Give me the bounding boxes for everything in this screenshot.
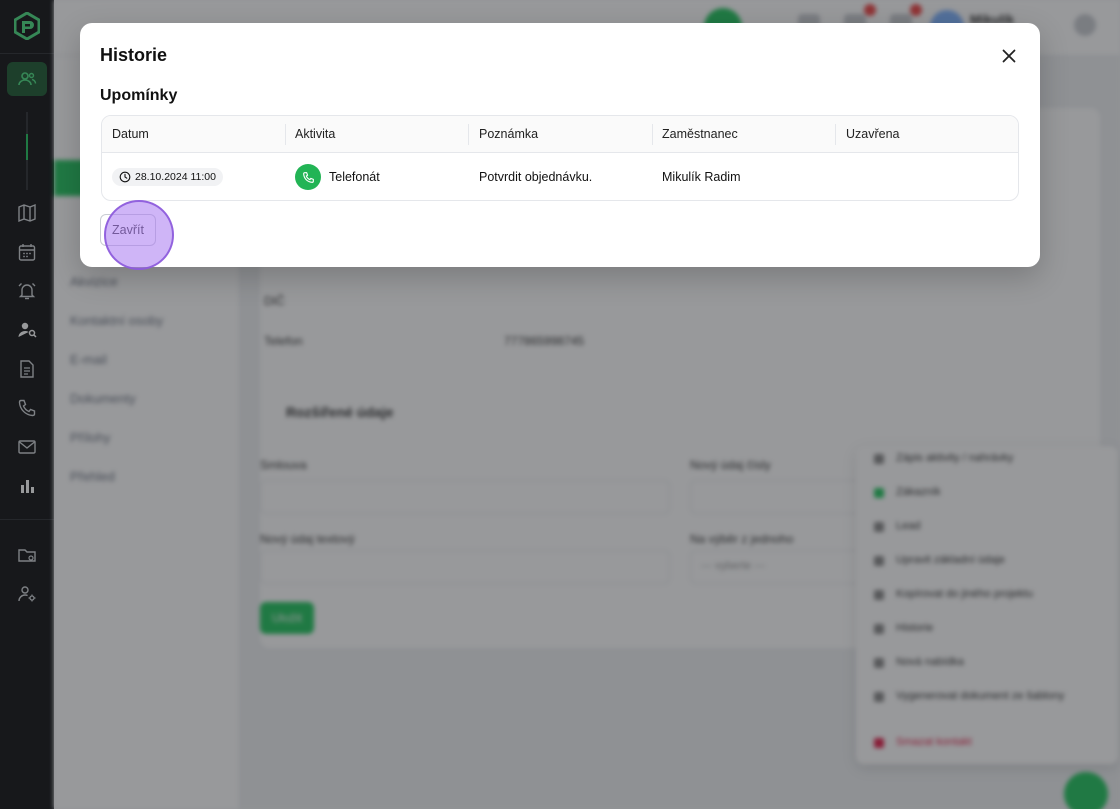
cell-datum: 28.10.2024 11:00 — [112, 153, 223, 200]
reminders-table: Datum Aktivita Poznámka Zaměstnanec Uzav… — [101, 115, 1019, 201]
phone-icon — [295, 164, 321, 190]
table-header: Datum Aktivita Poznámka Zaměstnanec Uzav… — [102, 116, 1018, 153]
history-modal: Historie Upomínky Datum Aktivita Poznámk… — [80, 23, 1040, 267]
column-header-aktivita[interactable]: Aktivita — [285, 116, 335, 153]
activity-text: Telefonát — [329, 170, 380, 184]
date-text: 28.10.2024 11:00 — [135, 171, 216, 183]
cell-zamestnanec: Mikulík Radim — [662, 170, 741, 184]
section-title: Upomínky — [100, 87, 178, 104]
modal-title: Historie — [100, 45, 168, 65]
clock-icon — [119, 171, 131, 183]
close-icon[interactable] — [998, 45, 1020, 67]
column-header-poznamka[interactable]: Poznámka — [469, 116, 538, 153]
date-badge: 28.10.2024 11:00 — [112, 168, 223, 186]
column-header-uzavrena[interactable]: Uzavřena — [836, 116, 900, 153]
cell-aktivita: Telefonát — [295, 153, 380, 200]
table-row[interactable]: 28.10.2024 11:00 Telefonát Potvrdit obje… — [102, 153, 1018, 200]
column-header-datum[interactable]: Datum — [102, 116, 149, 153]
close-button[interactable]: Zavřít — [100, 214, 156, 246]
cell-poznamka: Potvrdit objednávku. — [479, 170, 593, 184]
column-header-zamestnanec[interactable]: Zaměstnanec — [652, 116, 738, 153]
